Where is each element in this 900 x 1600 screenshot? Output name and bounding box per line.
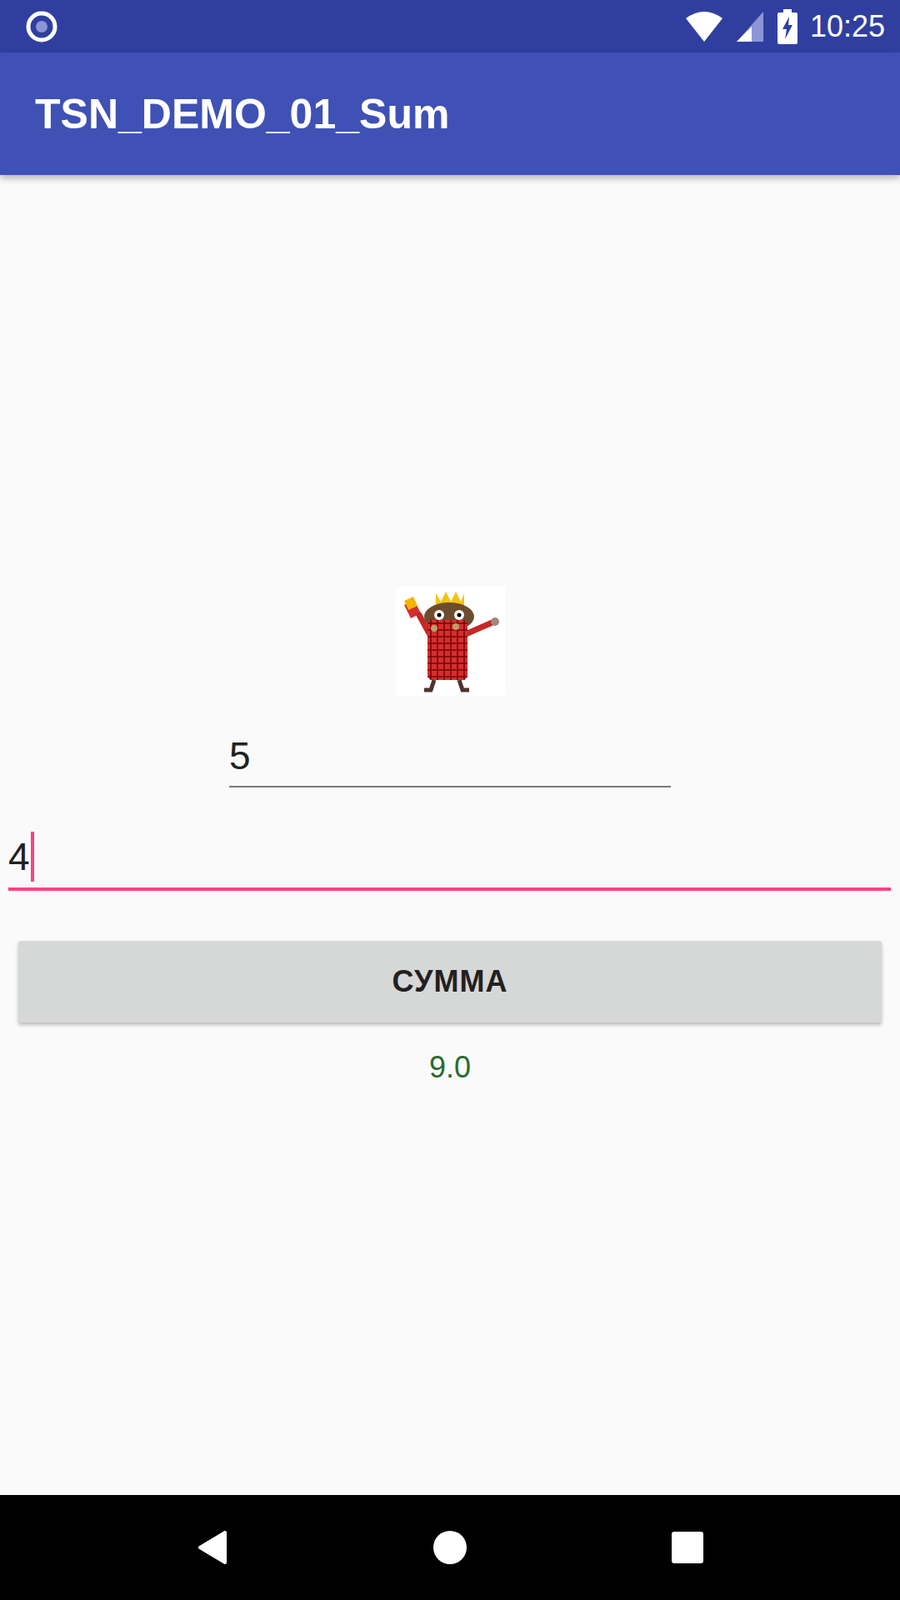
sum-button[interactable]: СУММА xyxy=(18,940,882,1023)
app-bar: TSN_DEMO_01_Sum xyxy=(0,52,900,175)
app-title: TSN_DEMO_01_Sum xyxy=(35,89,450,140)
status-bar: 10:25 xyxy=(0,0,900,53)
field-value: 4 xyxy=(8,833,30,880)
text-cursor xyxy=(30,831,35,882)
navigation-bar xyxy=(0,1495,900,1600)
notification-icon xyxy=(25,10,59,44)
recents-icon[interactable] xyxy=(666,1526,709,1569)
battery-charging-icon xyxy=(776,9,799,45)
wifi-icon xyxy=(685,10,724,44)
signal-icon xyxy=(735,10,765,44)
number-field[interactable]: 4 xyxy=(8,804,891,891)
back-icon[interactable] xyxy=(191,1526,234,1569)
number-field[interactable]: 5 xyxy=(229,707,671,788)
content: 5 4 СУММА 9.0 xyxy=(0,175,900,1495)
clock: 10:25 xyxy=(810,8,885,45)
field-value: 5 xyxy=(229,732,251,780)
android-king-icon xyxy=(395,586,505,696)
home-icon[interactable] xyxy=(429,1526,471,1569)
result-text: 9.0 xyxy=(429,1049,471,1086)
screen: 10:25 TSN_DEMO_01_Sum 5 4 СУММА 9.0 xyxy=(0,0,900,1600)
